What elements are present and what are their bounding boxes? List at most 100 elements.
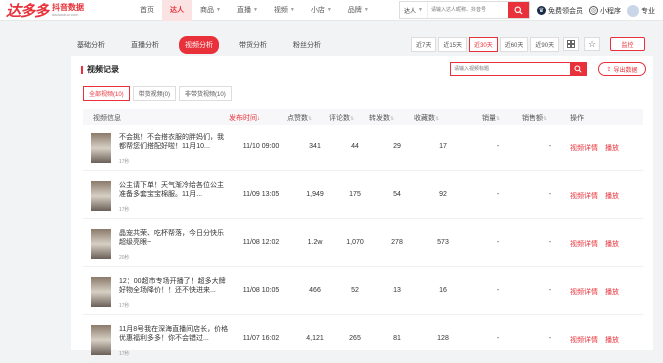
monitor-button[interactable]: 监控 <box>610 37 645 51</box>
video-detail-link[interactable]: 视频详情 <box>570 335 598 345</box>
cell-favs: 128 <box>437 335 449 342</box>
vip-link[interactable]: ♛ 免费领会员 <box>537 6 583 16</box>
play-link[interactable]: 播放 <box>605 143 619 153</box>
video-search <box>450 62 587 76</box>
video-title[interactable]: 12：00超市专场开播了！超多大牌好物全场降价！！还不快进来... <box>119 277 229 295</box>
cell-time: 11/09 13:05 <box>242 191 280 198</box>
video-detail-link[interactable]: 视频详情 <box>570 191 598 201</box>
video-search-input[interactable] <box>451 63 570 75</box>
video-title[interactable]: 不会挑！不会搭衣服的胖妈们，我都帮您们搭配好啦！11月10... <box>119 133 229 151</box>
cell-sales: - <box>496 335 500 342</box>
cell-likes: 4,121 <box>306 335 324 342</box>
range-90d[interactable]: 近90天 <box>530 37 560 52</box>
star-icon: ☆ <box>587 38 597 49</box>
tab-fans[interactable]: 粉丝分析 <box>287 36 327 54</box>
video-duration: 17秒 <box>119 351 130 357</box>
chevron-down-icon: ▼ <box>252 7 258 13</box>
tab-basic[interactable]: 基础分析 <box>71 36 111 54</box>
play-link[interactable]: 播放 <box>605 191 619 201</box>
export-icon: ⇪ <box>606 66 612 73</box>
search-button[interactable] <box>508 2 529 18</box>
video-detail-link[interactable]: 视频详情 <box>570 287 598 297</box>
video-duration: 17秒 <box>119 207 130 213</box>
play-link[interactable]: 播放 <box>605 239 619 249</box>
avatar <box>627 4 639 17</box>
cell-sales: - <box>496 287 500 294</box>
nav-item-brand[interactable]: 品牌 ▼ <box>340 0 377 21</box>
col-revenue[interactable]: 销售额⇅ <box>522 113 547 123</box>
col-shares[interactable]: 转发数⇅ <box>369 113 394 123</box>
tab-sales[interactable]: 带货分析 <box>233 36 273 54</box>
col-comments[interactable]: 评论数⇅ <box>329 113 354 123</box>
col-actions: 操作 <box>570 115 584 122</box>
video-thumbnail[interactable] <box>91 277 111 307</box>
logo-text: 达多多 <box>6 2 49 20</box>
video-thumbnail[interactable] <box>91 325 111 355</box>
logo-subtitle: 抖音数据 <box>52 2 85 12</box>
range-15d[interactable]: 近15天 <box>438 37 468 52</box>
sort-icon: ⇅ <box>543 116 548 122</box>
cell-likes: 1,949 <box>306 191 324 198</box>
video-title[interactable]: 晶宠共荣、吃杯帮落，今日分快乐超级亮眼~ <box>119 229 229 247</box>
nav-item-products[interactable]: 商品 ▼ <box>192 0 229 21</box>
sort-icon: ⇅ <box>390 116 395 122</box>
video-title[interactable]: 公主请下单！天气渐冷给各位公主准备多套宝宝棉服。11月... <box>119 181 229 199</box>
cell-revenue: - <box>548 143 552 150</box>
logo-domain: daduoduo.com <box>52 11 79 17</box>
header-actions: ♛ 免费领会员 ◎ 小程序 专业 <box>537 0 661 21</box>
video-duration: 17秒 <box>119 303 130 309</box>
nav-item-video[interactable]: 视频 ▼ <box>266 0 303 21</box>
nav-item-influencer[interactable]: 达人 <box>162 0 192 21</box>
video-detail-link[interactable]: 视频详情 <box>570 143 598 153</box>
video-records-panel: 视频记录 ⇪导出数据 全部视频(10) 带货视频(0) 非带货视频(10) 视频… <box>71 56 653 363</box>
nav-item-live[interactable]: 直播 ▼ <box>229 0 266 21</box>
cell-likes: 341 <box>309 143 321 150</box>
cell-shares: 13 <box>393 287 401 294</box>
filter-non-sales[interactable]: 非带货视频(10) <box>179 86 232 101</box>
cell-likes: 466 <box>309 287 321 294</box>
video-thumbnail[interactable] <box>91 229 111 259</box>
search-input[interactable] <box>428 2 508 18</box>
favorite-button[interactable]: ☆ <box>584 37 600 51</box>
search-icon <box>514 5 523 15</box>
play-link[interactable]: 播放 <box>605 287 619 297</box>
filter-all[interactable]: 全部视频(10) <box>83 86 130 101</box>
range-60d[interactable]: 近60天 <box>499 37 529 52</box>
video-duration: 17秒 <box>119 159 130 165</box>
col-sales[interactable]: 销量⇅ <box>482 113 500 123</box>
col-favorites[interactable]: 收藏数⇅ <box>414 113 439 123</box>
video-search-button[interactable] <box>570 63 586 75</box>
nav-item-home[interactable]: 首页 <box>132 0 162 21</box>
play-link[interactable]: 播放 <box>605 335 619 345</box>
date-range-selector: 近7天 近15天 近30天 近60天 近90天 <box>411 37 561 52</box>
video-thumbnail[interactable] <box>91 133 111 163</box>
filter-sales[interactable]: 带货视频(0) <box>132 86 177 101</box>
site-logo[interactable]: 达多多 抖音数据 daduoduo.com <box>0 0 132 21</box>
video-detail-link[interactable]: 视频详情 <box>570 239 598 249</box>
nav-item-shop[interactable]: 小店 ▼ <box>303 0 340 21</box>
cell-comments: 265 <box>349 335 361 342</box>
analysis-tabs-bar: 基础分析 直播分析 视频分析 带货分析 粉丝分析 近7天 近15天 近30天 近… <box>71 34 651 56</box>
cell-sales: - <box>496 191 500 198</box>
video-thumbnail[interactable] <box>91 181 111 211</box>
grid-view-button[interactable] <box>563 37 579 51</box>
title-accent-bar <box>81 65 83 74</box>
export-button[interactable]: ⇪ 导出数据 <box>598 62 646 76</box>
sort-icon: ⇅ <box>496 116 501 122</box>
search-type-select[interactable]: 达人 ▼ <box>400 2 428 18</box>
global-search: 达人 ▼ <box>399 1 530 19</box>
cell-shares: 81 <box>393 335 401 342</box>
video-title[interactable]: 11月8号我在深海直播间店长，价格优惠福利多多！你不会错过... <box>119 325 229 343</box>
table-row: 公主请下单！天气渐冷给各位公主准备多套宝宝棉服。11月... 17秒 11/09 1… <box>83 173 643 219</box>
cell-favs: 573 <box>437 239 449 246</box>
col-publish-time[interactable]: 发布时间↓ <box>229 113 260 123</box>
cell-favs: 16 <box>439 287 447 294</box>
user-menu[interactable]: 专业 <box>627 4 655 17</box>
tab-live[interactable]: 直播分析 <box>125 36 165 54</box>
range-30d[interactable]: 近30天 <box>469 37 498 52</box>
col-likes[interactable]: 点赞数⇅ <box>287 113 312 123</box>
miniapp-link[interactable]: ◎ 小程序 <box>589 6 621 16</box>
cell-shares: 29 <box>393 143 401 150</box>
range-7d[interactable]: 近7天 <box>411 37 437 52</box>
tab-video[interactable]: 视频分析 <box>179 36 219 54</box>
